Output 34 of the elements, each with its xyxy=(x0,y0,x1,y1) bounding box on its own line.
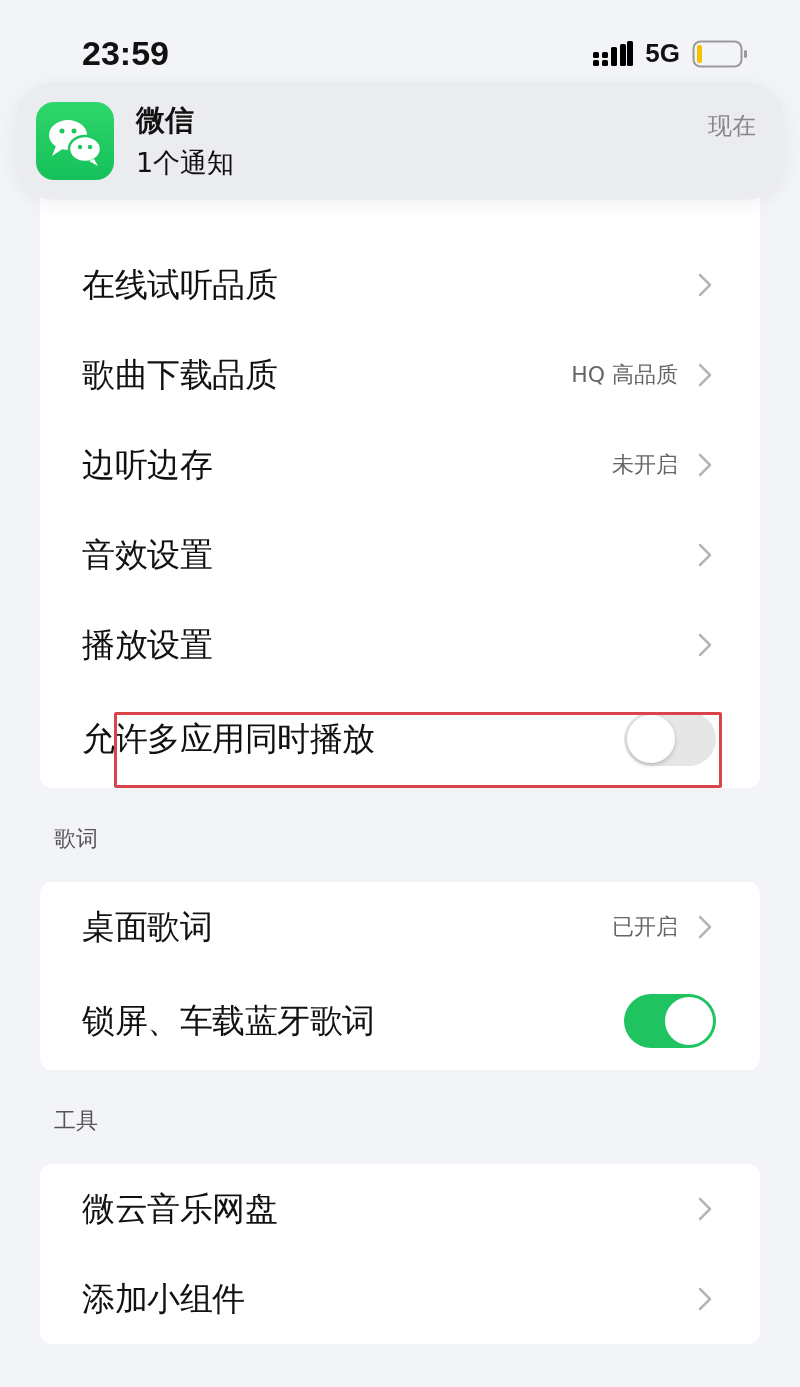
setting-label[interactable]: 添加小组件 xyxy=(82,1276,245,1322)
chevron-icon[interactable] xyxy=(698,453,712,477)
setting-label[interactable]: 音效设置 xyxy=(82,532,212,578)
chevron-icon[interactable] xyxy=(698,1287,712,1311)
chat-bubbles-icon xyxy=(36,102,114,180)
setting-label[interactable]: 播放设置 xyxy=(82,622,212,668)
notification-message: 1个通知 xyxy=(136,146,236,180)
chevron-icon[interactable] xyxy=(698,1197,712,1221)
section-header: 工具 xyxy=(53,1107,99,1135)
setting-label[interactable]: 边听边存 xyxy=(82,442,212,488)
chevron-icon[interactable] xyxy=(698,633,712,657)
status-time: 23:59 xyxy=(82,34,169,73)
setting-value: 已开启 xyxy=(612,913,678,941)
battery-icon xyxy=(692,39,748,68)
setting-value: HQ 高品质 xyxy=(571,361,678,389)
setting-label[interactable]: 歌曲下载品质 xyxy=(82,352,277,398)
setting-label[interactable]: 允许多应用同时播放 xyxy=(82,716,375,762)
signal-icon xyxy=(593,40,634,67)
setting-label[interactable]: 在线试听品质 xyxy=(82,262,277,308)
notification-time: 现在 xyxy=(708,111,756,142)
notification-banner[interactable]: 微信 1个通知 现在 xyxy=(16,82,784,200)
chevron-icon[interactable] xyxy=(698,363,712,387)
toggle-switch[interactable] xyxy=(624,994,716,1048)
section-header: 歌词 xyxy=(53,825,99,853)
setting-label[interactable]: 微云音乐网盘 xyxy=(82,1186,277,1232)
setting-label[interactable]: 桌面歌词 xyxy=(82,904,212,950)
setting-value: 未开启 xyxy=(612,451,678,479)
chevron-icon[interactable] xyxy=(698,273,712,297)
network-label: 5G xyxy=(645,38,680,69)
setting-label[interactable]: 锁屏、车载蓝牙歌词 xyxy=(82,998,375,1044)
notification-app-name: 微信 xyxy=(136,102,195,139)
chevron-icon[interactable] xyxy=(698,915,712,939)
toggle-switch[interactable] xyxy=(624,712,716,766)
chevron-icon[interactable] xyxy=(698,543,712,567)
